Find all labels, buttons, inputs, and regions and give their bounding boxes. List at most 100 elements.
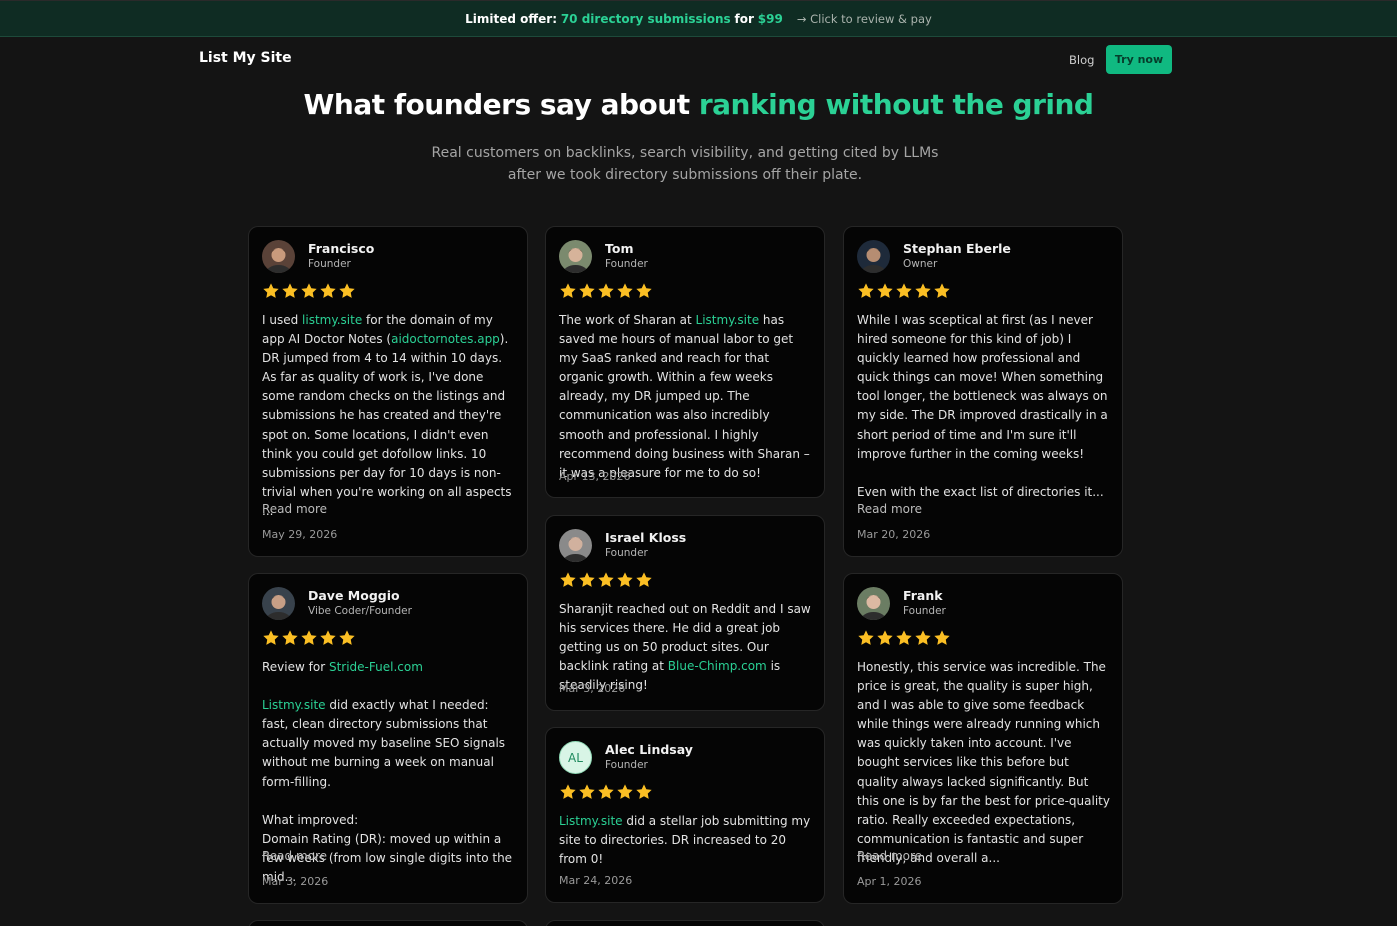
- star-icon: [597, 282, 615, 300]
- review-date: May 29, 2026: [262, 528, 338, 541]
- star-icon: [559, 282, 577, 300]
- star-icon: [300, 282, 318, 300]
- review-text-segment: ). DR jumped from 4 to 14 within 10 days…: [262, 332, 516, 518]
- star-icon: [281, 282, 299, 300]
- person-photo-icon: [857, 240, 890, 273]
- site-logo[interactable]: List My Site: [199, 50, 292, 66]
- reviewer-name: Frank: [903, 588, 943, 603]
- review-link[interactable]: Listmy.site: [262, 698, 326, 712]
- star-icon: [933, 282, 951, 300]
- review-text: While I was sceptical at first (as I nev…: [857, 311, 1111, 502]
- review-link[interactable]: Listmy.site: [559, 814, 623, 828]
- review-text-segment: has saved me hours of manual labor to ge…: [559, 313, 814, 480]
- review-link[interactable]: Stride-Fuel.com: [329, 660, 423, 674]
- star-icon: [876, 629, 894, 647]
- star-icon: [616, 571, 634, 589]
- banner-cta-link[interactable]: → Click to review & pay: [797, 12, 932, 26]
- page-subtitle: Real customers on backlinks, search visi…: [431, 145, 939, 183]
- star-rating: [559, 282, 653, 300]
- star-icon: [597, 783, 615, 801]
- review-text-segment: While I was sceptical at first (as I nev…: [857, 313, 1108, 499]
- testimonial-card: Israel Kloss Founder Sharanjit reached out…: [545, 515, 825, 711]
- review-text: Honestly, this service was incredible. T…: [857, 658, 1111, 868]
- person-photo-icon: [262, 587, 295, 620]
- reviewer-name: Francisco: [308, 241, 375, 256]
- testimonial-card: Frank Founder Honestly, this service was i…: [843, 573, 1123, 904]
- top-nav: List My Site Blog Try now: [0, 37, 1397, 81]
- star-icon: [319, 282, 337, 300]
- star-icon: [635, 571, 653, 589]
- reviewer-name: Tom: [605, 241, 634, 256]
- review-text-segment: The work of Sharan at: [559, 313, 696, 327]
- star-rating: [559, 571, 653, 589]
- testimonial-card-partial: [545, 920, 825, 926]
- star-rating: [857, 629, 951, 647]
- nav-blog-link[interactable]: Blog: [1069, 53, 1094, 67]
- star-icon: [857, 282, 875, 300]
- read-more-link[interactable]: Read more: [262, 849, 327, 863]
- review-date: Mar 24, 2026: [559, 874, 633, 887]
- star-icon: [559, 783, 577, 801]
- star-icon: [857, 629, 875, 647]
- page-title-plain: What founders say about: [303, 88, 699, 121]
- testimonial-card-partial: [248, 920, 528, 926]
- review-text-segment: Honestly, this service was incredible. T…: [857, 660, 1114, 865]
- read-more-link[interactable]: Read more: [857, 849, 922, 863]
- star-icon: [616, 783, 634, 801]
- reviewer-role: Founder: [605, 759, 648, 771]
- star-icon: [578, 571, 596, 589]
- reviewer-name: Stephan Eberle: [903, 241, 1011, 256]
- review-date: Mar 3, 2026: [262, 875, 329, 888]
- banner-for: for: [734, 11, 754, 26]
- star-rating: [262, 282, 356, 300]
- star-icon: [635, 282, 653, 300]
- banner-label: Limited offer:: [465, 11, 557, 26]
- star-icon: [262, 629, 280, 647]
- testimonial-card: Tom Founder The work of Sharan at Listmy.s…: [545, 226, 825, 498]
- star-rating: [857, 282, 951, 300]
- testimonial-card: AL Alec Lindsay Founder Listmy.site did a s…: [545, 727, 825, 903]
- reviewer-role: Vibe Coder/Founder: [308, 605, 412, 617]
- promo-banner[interactable]: Limited offer: 70 directory submissions …: [0, 0, 1397, 37]
- star-icon: [933, 629, 951, 647]
- page-title: What founders say about ranking without …: [0, 88, 1397, 121]
- review-date: Mar 3, 2026: [559, 682, 626, 695]
- read-more-link[interactable]: Read more: [262, 502, 327, 516]
- review-link[interactable]: listmy.site: [302, 313, 362, 327]
- star-icon: [578, 282, 596, 300]
- banner-price: $99: [757, 11, 783, 26]
- try-now-button[interactable]: Try now: [1106, 45, 1172, 74]
- review-link[interactable]: Blue-Chimp.com: [668, 659, 767, 673]
- testimonial-card: Francisco Founder I used listmy.site for t…: [248, 226, 528, 557]
- reviewer-name: Israel Kloss: [605, 530, 687, 545]
- review-link[interactable]: Listmy.site: [696, 313, 760, 327]
- reviewer-role: Founder: [605, 258, 648, 270]
- star-rating: [262, 629, 356, 647]
- person-photo-icon: [262, 240, 295, 273]
- star-icon: [281, 629, 299, 647]
- testimonial-card: Dave Moggio Vibe Coder/Founder Review for …: [248, 573, 528, 904]
- star-icon: [597, 571, 615, 589]
- review-text-segment: Review for: [262, 660, 329, 674]
- review-link[interactable]: aidoctornotes.app: [391, 332, 500, 346]
- star-icon: [578, 783, 596, 801]
- person-photo-icon: [559, 240, 592, 273]
- initials-avatar-icon: AL: [559, 741, 592, 774]
- reviewer-name: Dave Moggio: [308, 588, 400, 603]
- review-text: Listmy.site did a stellar job submitting…: [559, 812, 813, 869]
- reviewer-name: Alec Lindsay: [605, 742, 693, 757]
- star-icon: [338, 629, 356, 647]
- star-icon: [338, 282, 356, 300]
- banner-offer: 70 directory submissions: [560, 11, 731, 26]
- star-icon: [262, 282, 280, 300]
- star-icon: [895, 629, 913, 647]
- star-icon: [319, 629, 337, 647]
- reviewer-role: Founder: [903, 605, 946, 617]
- review-text: I used listmy.site for the domain of my …: [262, 311, 516, 521]
- read-more-link[interactable]: Read more: [857, 502, 922, 516]
- star-icon: [914, 282, 932, 300]
- review-date: Apr 13, 2026: [559, 470, 631, 483]
- review-date: Apr 1, 2026: [857, 875, 922, 888]
- star-icon: [559, 571, 577, 589]
- testimonial-card: Stephan Eberle Owner While I was sceptical…: [843, 226, 1123, 557]
